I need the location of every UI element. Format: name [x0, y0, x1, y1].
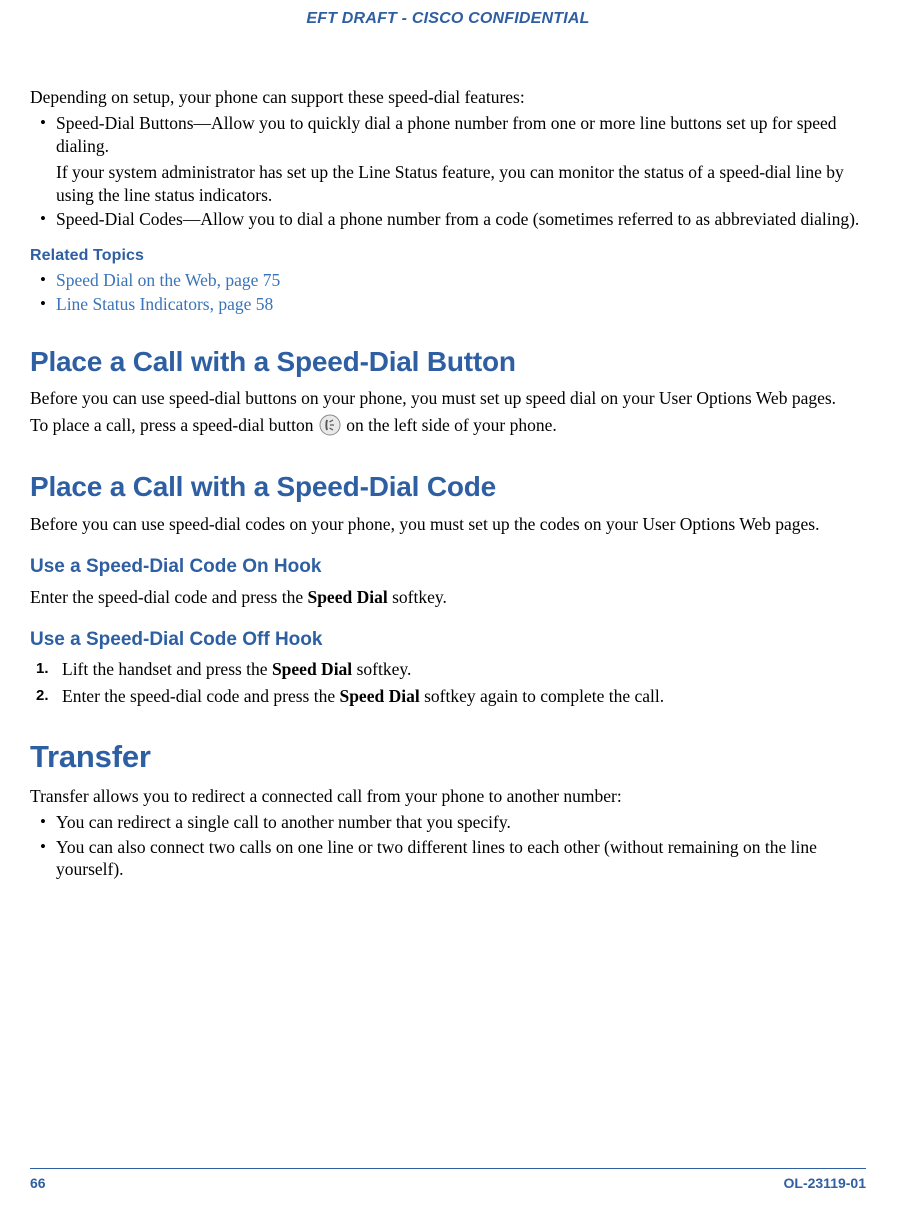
sdbutton-paragraph-1: Before you can use speed-dial buttons on…	[30, 387, 866, 409]
text-fragment: softkey.	[352, 659, 411, 679]
heading-place-call-speed-dial-button: Place a Call with a Speed-Dial Button	[30, 344, 866, 380]
offhook-steps: 1. Lift the handset and press the Speed …	[30, 658, 866, 707]
onhook-paragraph: Enter the speed-dial code and press the …	[30, 586, 866, 608]
text-fragment: Enter the speed-dial code and press the	[62, 686, 339, 706]
step-number: 2.	[36, 686, 49, 705]
intro-paragraph: Depending on setup, your phone can suppo…	[30, 86, 866, 108]
link-speed-dial-web[interactable]: Speed Dial on the Web, page 75	[56, 270, 280, 290]
sdbutton-paragraph-2: To place a call, press a speed-dial butt…	[30, 414, 866, 441]
text-fragment: on the left side of your phone.	[342, 415, 557, 435]
text-fragment: To place a call, press a speed-dial butt…	[30, 415, 318, 435]
transfer-paragraph: Transfer allows you to redirect a connec…	[30, 785, 866, 807]
bullet-text: You can redirect a single call to anothe…	[56, 812, 511, 832]
heading-off-hook: Use a Speed-Dial Code Off Hook	[30, 628, 866, 652]
text-fragment: softkey again to complete the call.	[420, 686, 664, 706]
list-item: Speed-Dial Buttons—Allow you to quickly …	[30, 112, 866, 206]
bullet-text: Speed-Dial Buttons—Allow you to quickly …	[56, 113, 837, 155]
list-item: Speed Dial on the Web, page 75	[30, 269, 866, 291]
confidential-header: EFT DRAFT - CISCO CONFIDENTIAL	[30, 10, 866, 28]
text-fragment: softkey.	[388, 587, 447, 607]
link-line-status-indicators[interactable]: Line Status Indicators, page 58	[56, 294, 273, 314]
list-item: 2. Enter the speed-dial code and press t…	[30, 685, 866, 707]
step-number: 1.	[36, 659, 49, 678]
bullet-text: Speed-Dial Codes—Allow you to dial a pho…	[56, 209, 859, 229]
transfer-bullet-list: You can redirect a single call to anothe…	[30, 811, 866, 880]
intro-bullet-list: Speed-Dial Buttons—Allow you to quickly …	[30, 112, 866, 230]
heading-on-hook: Use a Speed-Dial Code On Hook	[30, 555, 866, 579]
text-fragment: Lift the handset and press the	[62, 659, 272, 679]
list-item: You can redirect a single call to anothe…	[30, 811, 866, 833]
softkey-name: Speed Dial	[272, 659, 352, 679]
text-fragment: Enter the speed-dial code and press the	[30, 587, 307, 607]
softkey-name: Speed Dial	[339, 686, 419, 706]
sdcode-paragraph: Before you can use speed-dial codes on y…	[30, 513, 866, 535]
list-item: Speed-Dial Codes—Allow you to dial a pho…	[30, 208, 866, 230]
bullet-text: You can also connect two calls on one li…	[56, 837, 817, 879]
document-number: OL-23119-01	[784, 1175, 867, 1191]
list-item: Line Status Indicators, page 58	[30, 293, 866, 315]
heading-place-call-speed-dial-code: Place a Call with a Speed-Dial Code	[30, 469, 866, 505]
related-topics-heading: Related Topics	[30, 246, 866, 266]
speed-dial-button-icon	[319, 414, 341, 441]
related-topics-list: Speed Dial on the Web, page 75 Line Stat…	[30, 269, 866, 316]
page-footer: 66 OL-23119-01	[30, 1168, 866, 1191]
softkey-name: Speed Dial	[307, 587, 387, 607]
page-number: 66	[30, 1175, 46, 1191]
bullet-subtext: If your system administrator has set up …	[56, 161, 866, 206]
list-item: 1. Lift the handset and press the Speed …	[30, 658, 866, 680]
list-item: You can also connect two calls on one li…	[30, 836, 866, 881]
heading-transfer: Transfer	[30, 737, 866, 777]
